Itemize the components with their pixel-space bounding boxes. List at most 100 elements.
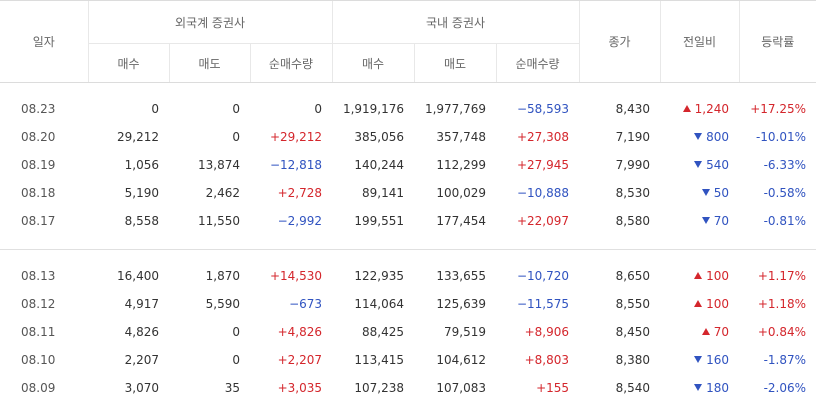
cell-foreign-sell: 1,870 bbox=[205, 269, 240, 283]
cell-foreign-sell: 35 bbox=[224, 381, 240, 395]
trading-table: 일자 외국계 증권사 국내 증권사 종가 전일비 등락률 매수 매도 순매수량 … bbox=[0, 0, 816, 402]
cell-domestic-sell: 79,519 bbox=[444, 325, 487, 339]
cell-close: 8,530 bbox=[615, 186, 651, 200]
header-rate: 등락률 bbox=[738, 0, 816, 83]
header-date: 일자 bbox=[0, 0, 88, 83]
cell-date: 08.11 bbox=[21, 325, 56, 339]
cell-foreign-net: +2,728 bbox=[277, 186, 323, 200]
cell-foreign-sell: 0 bbox=[232, 325, 240, 339]
cell-close: 8,540 bbox=[615, 381, 651, 395]
cell-change: 160 bbox=[660, 346, 739, 374]
table-header: 일자 외국계 증권사 국내 증권사 종가 전일비 등락률 매수 매도 순매수량 … bbox=[0, 0, 816, 83]
header-domestic-net: 순매수량 bbox=[495, 43, 580, 83]
header-foreign-buy: 매수 bbox=[87, 43, 169, 83]
cell-foreign-sell: 0 bbox=[232, 353, 240, 367]
cell-rate: -1.87% bbox=[763, 353, 807, 367]
cell-domestic-buy: 113,415 bbox=[354, 353, 405, 367]
cell-date: 08.18 bbox=[21, 186, 56, 200]
triangle-down-icon bbox=[694, 384, 703, 391]
cell-date: 08.09 bbox=[21, 381, 56, 395]
cell-foreign-sell: 13,874 bbox=[198, 158, 240, 172]
cell-rate: +0.84% bbox=[757, 325, 807, 339]
triangle-up-icon bbox=[701, 328, 710, 335]
change-value: 70 bbox=[713, 214, 730, 228]
cell-domestic-sell: 1,977,769 bbox=[424, 102, 487, 116]
change-value: 180 bbox=[706, 381, 730, 395]
change-value: 540 bbox=[706, 158, 730, 172]
cell-change: 100 bbox=[660, 290, 739, 318]
cell-date: 08.17 bbox=[21, 214, 56, 228]
table-row: 08.11 4,826 0 +4,826 88,425 79,519 +8,906 8,450… bbox=[0, 318, 816, 346]
cell-domestic-sell: 357,748 bbox=[436, 130, 487, 144]
change-value: 160 bbox=[706, 353, 730, 367]
cell-foreign-net: +4,826 bbox=[277, 325, 323, 339]
cell-change: 1,240 bbox=[660, 95, 739, 123]
cell-foreign-buy: 29,212 bbox=[117, 130, 159, 144]
cell-domestic-net: −11,575 bbox=[516, 297, 570, 311]
cell-date: 08.10 bbox=[21, 353, 56, 367]
cell-foreign-buy: 2,207 bbox=[124, 353, 159, 367]
change-value: 50 bbox=[713, 186, 730, 200]
cell-domestic-buy: 114,064 bbox=[354, 297, 405, 311]
cell-domestic-buy: 140,244 bbox=[354, 158, 405, 172]
table-row: 08.17 8,558 11,550 −2,992 199,551 177,454 +22,… bbox=[0, 207, 816, 235]
cell-change: 70 bbox=[660, 318, 739, 346]
cell-domestic-sell: 112,299 bbox=[436, 158, 487, 172]
change-value: 800 bbox=[706, 130, 730, 144]
table-row: 08.19 1,056 13,874 −12,818 140,244 112,299 +27… bbox=[0, 151, 816, 179]
header-domestic-brokers: 국내 증권사 bbox=[331, 0, 580, 44]
cell-domestic-buy: 199,551 bbox=[354, 214, 405, 228]
triangle-down-icon bbox=[694, 161, 703, 168]
cell-rate: +17.25% bbox=[750, 102, 807, 116]
cell-domestic-net: −58,593 bbox=[516, 102, 570, 116]
cell-rate: -0.58% bbox=[763, 186, 807, 200]
cell-change: 800 bbox=[660, 123, 739, 151]
table-row: 08.09 3,070 35 +3,035 107,238 107,083 +155 8,54… bbox=[0, 374, 816, 402]
triangle-down-icon bbox=[701, 189, 710, 196]
cell-domestic-sell: 125,639 bbox=[436, 297, 487, 311]
cell-date: 08.23 bbox=[21, 102, 56, 116]
cell-change: 180 bbox=[660, 374, 739, 402]
cell-rate: -2.06% bbox=[763, 381, 807, 395]
cell-date: 08.19 bbox=[21, 158, 56, 172]
cell-foreign-sell: 5,590 bbox=[205, 297, 240, 311]
cell-foreign-net: −2,992 bbox=[277, 214, 323, 228]
cell-domestic-net: −10,888 bbox=[516, 186, 570, 200]
cell-domestic-buy: 107,238 bbox=[354, 381, 405, 395]
cell-rate: +1.18% bbox=[757, 297, 807, 311]
cell-foreign-buy: 4,917 bbox=[124, 297, 159, 311]
cell-close: 8,580 bbox=[615, 214, 651, 228]
header-change: 전일비 bbox=[659, 0, 740, 83]
cell-foreign-buy: 0 bbox=[151, 102, 159, 116]
cell-foreign-buy: 1,056 bbox=[124, 158, 159, 172]
cell-rate: +1.17% bbox=[757, 269, 807, 283]
cell-date: 08.12 bbox=[21, 297, 56, 311]
triangle-up-icon bbox=[694, 272, 703, 279]
cell-rate: -10.01% bbox=[755, 130, 807, 144]
cell-domestic-sell: 133,655 bbox=[436, 269, 487, 283]
cell-domestic-buy: 1,919,176 bbox=[342, 102, 405, 116]
cell-domestic-buy: 122,935 bbox=[354, 269, 405, 283]
cell-domestic-net: +27,945 bbox=[516, 158, 570, 172]
cell-foreign-buy: 3,070 bbox=[124, 381, 159, 395]
change-value: 100 bbox=[706, 269, 730, 283]
cell-change: 540 bbox=[660, 151, 739, 179]
table-row: 08.23 0 0 0 1,919,176 1,977,769 −58,593 8,430 1,… bbox=[0, 95, 816, 123]
cell-foreign-net: +2,207 bbox=[277, 353, 323, 367]
header-foreign-sell: 매도 bbox=[168, 43, 250, 83]
cell-rate: -6.33% bbox=[763, 158, 807, 172]
cell-close: 8,550 bbox=[615, 297, 651, 311]
cell-domestic-net: +8,906 bbox=[524, 325, 570, 339]
cell-domestic-net: +22,097 bbox=[516, 214, 570, 228]
cell-foreign-buy: 16,400 bbox=[117, 269, 159, 283]
change-value: 100 bbox=[706, 297, 730, 311]
triangle-up-icon bbox=[694, 300, 703, 307]
header-domestic-sell: 매도 bbox=[413, 43, 497, 83]
cell-change: 70 bbox=[660, 207, 739, 235]
cell-foreign-buy: 4,826 bbox=[124, 325, 159, 339]
table-row: 08.20 29,212 0 +29,212 385,056 357,748 +27,308… bbox=[0, 123, 816, 151]
header-close: 종가 bbox=[578, 0, 661, 83]
table-row: 08.13 16,400 1,870 +14,530 122,935 133,655 −10… bbox=[0, 262, 816, 290]
cell-foreign-sell: 2,462 bbox=[205, 186, 240, 200]
cell-foreign-buy: 5,190 bbox=[124, 186, 159, 200]
